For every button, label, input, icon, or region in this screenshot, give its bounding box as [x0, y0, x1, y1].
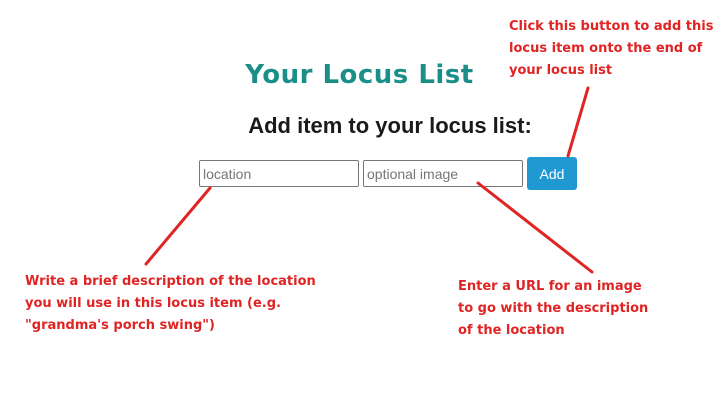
- location-pointer-line: [144, 186, 212, 266]
- image-pointer-line: [476, 181, 594, 274]
- annotation-arrows: [144, 86, 594, 274]
- add-button-pointer-line: [566, 86, 590, 158]
